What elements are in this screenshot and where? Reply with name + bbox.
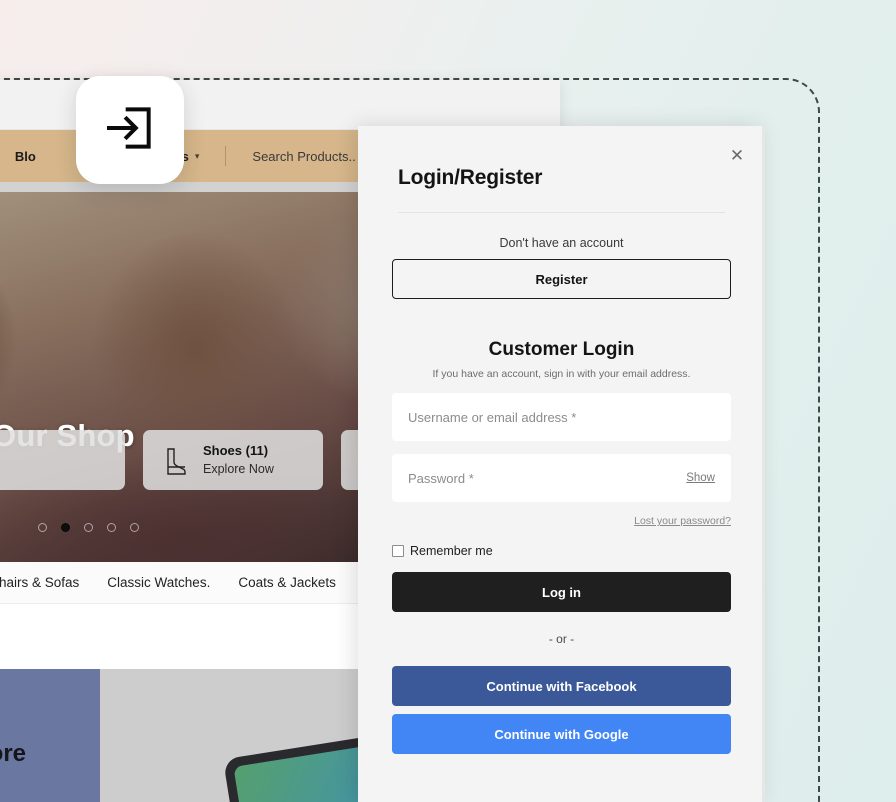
boot-icon [157,443,191,477]
carousel-dot[interactable] [84,523,93,532]
login-icon-badge [76,76,184,184]
continue-with-google-button[interactable]: Continue with Google [392,714,731,754]
no-account-text: Don't have an account [499,236,624,250]
hero-carousel-dots [38,523,139,532]
category-strip-item[interactable]: Classic Watches. [107,575,210,590]
remember-me-checkbox[interactable] [392,545,404,557]
category-card[interactable]: (12) Now [0,430,125,490]
category-card-sub: Explore Now [203,462,274,477]
remember-me-row: Remember me [392,544,731,558]
category-card-name: Shoes (11) [203,442,269,458]
password-field[interactable]: Password * Show [392,454,731,502]
modal-body: ✕ Login/Register Don't have an account R… [358,126,765,754]
or-separator: - or - [548,632,575,646]
page-root: Pages ▾ Blo ories ▾ Search Products.. Ou… [0,0,896,802]
modal-title: Login/Register [398,166,543,189]
remember-me-label: Remember me [410,544,493,558]
promo-label: Before [0,669,100,802]
category-strip-item[interactable]: Chairs & Sofas [0,575,79,590]
login-enter-icon [102,100,158,161]
show-password-link[interactable]: Show [686,472,715,484]
nav-item-label: Blo [14,148,36,164]
modal-divider [398,212,725,213]
password-field-label: Password * [408,470,474,486]
continue-with-facebook-button[interactable]: Continue with Facebook [392,666,731,706]
carousel-dot[interactable] [38,523,47,532]
carousel-dot[interactable] [107,523,116,532]
carousel-dot[interactable] [130,523,139,532]
nav-divider [225,146,227,166]
customer-login-heading: Customer Login [488,339,635,360]
login-register-modal: ✕ Login/Register Don't have an account R… [358,126,765,802]
modal-scrollbar[interactable] [762,126,765,802]
login-button[interactable]: Log in [392,572,731,612]
nav-item-blog[interactable]: Blo [15,149,36,164]
lost-password-link[interactable]: Lost your password? [392,515,731,527]
close-icon[interactable]: ✕ [726,144,748,166]
register-button[interactable]: Register [392,259,731,299]
customer-login-subtitle: If you have an account, sign in with you… [432,368,691,380]
category-card[interactable]: Shoes (11) Explore Now [143,430,323,490]
category-strip-item[interactable]: Coats & Jackets [238,575,336,590]
username-field-label: Username or email address * [408,409,577,425]
username-field[interactable]: Username or email address * [392,393,731,441]
carousel-dot-active[interactable] [61,523,70,532]
chevron-down-icon: ▾ [194,150,200,161]
site-search-input[interactable]: Search Products.. [252,149,355,164]
